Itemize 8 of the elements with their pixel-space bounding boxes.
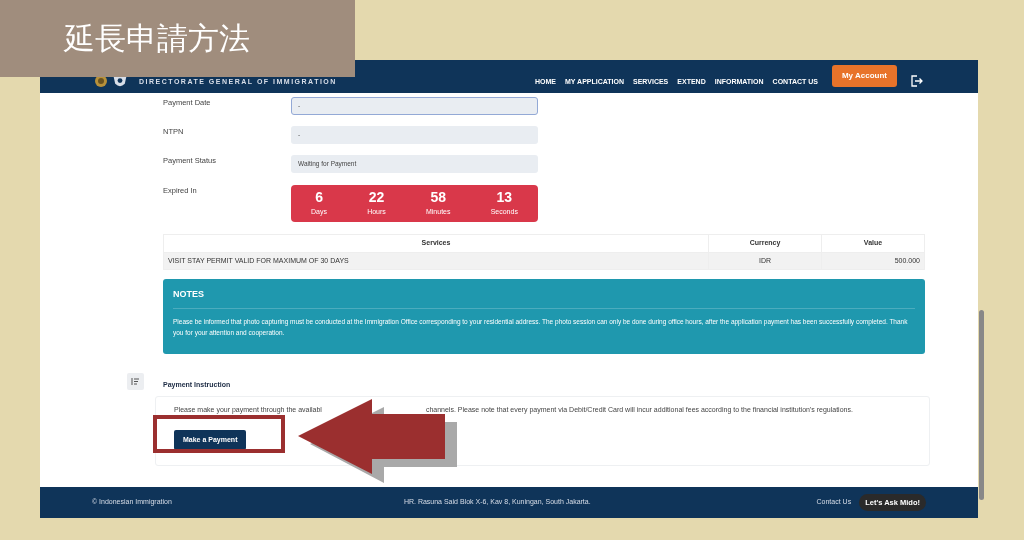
countdown-value: 58	[430, 189, 447, 206]
logout-icon[interactable]	[911, 75, 923, 87]
countdown-value: 22	[368, 189, 385, 206]
banner-title: 延長申請方法	[64, 19, 250, 59]
countdown-value: 6	[315, 189, 323, 206]
countdown-value: 13	[496, 189, 513, 206]
list-icon	[127, 373, 144, 390]
notes-title: NOTES	[173, 288, 915, 309]
